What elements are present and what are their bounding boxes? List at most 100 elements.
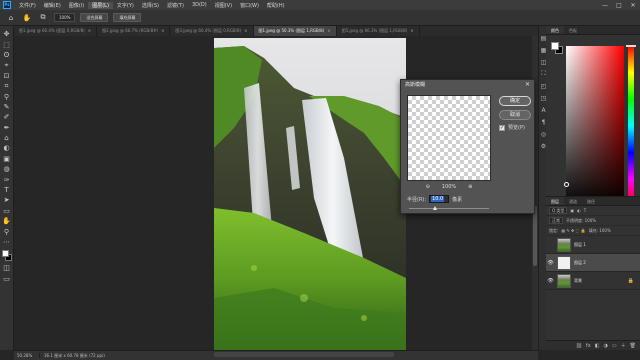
fill-screen-button[interactable]: 填充屏幕	[113, 13, 142, 22]
menu-type[interactable]: 文字(Y)	[113, 2, 138, 9]
blend-mode-dropdown[interactable]: 正常	[549, 217, 563, 224]
clone-stamp-tool-icon[interactable]: ✒	[2, 123, 12, 133]
link-layers-icon[interactable]: ⛓	[576, 343, 582, 349]
layer-name[interactable]: 图层 1	[574, 242, 586, 248]
doc-tab-active[interactable]: 图1.jpeg @ 50.3% (图层 1,RGB/8) ×	[253, 26, 337, 36]
zoom-out-icon[interactable]: ⊖	[426, 184, 430, 190]
pen-tool-icon[interactable]: ✑	[2, 174, 12, 184]
layer-mask-icon[interactable]: ◧	[595, 343, 600, 349]
zoom-value-field[interactable]: 100%	[54, 13, 76, 22]
doc-tab[interactable]: 图5.jpeg @ 66.3% (图层 1,RGB/8) ×	[337, 26, 420, 36]
eyedropper-tool-icon[interactable]: ⚲	[2, 91, 12, 101]
menu-image[interactable]: 图像(I)	[65, 2, 88, 9]
radius-slider-knob[interactable]	[432, 206, 437, 210]
close-tab-icon[interactable]: ×	[410, 26, 413, 36]
new-group-icon[interactable]: ▭	[612, 343, 617, 349]
layer-style-icon[interactable]: fx	[586, 343, 591, 349]
menu-view[interactable]: 视图(V)	[211, 2, 236, 9]
color-panel-swatches[interactable]	[551, 42, 563, 54]
zoom-in-icon[interactable]: ⊕	[468, 184, 472, 190]
doc-tab[interactable]: 图2.jpeg @ 66.7% (RGB/8#) ×	[97, 26, 171, 36]
menu-window[interactable]: 窗口(W)	[236, 2, 263, 9]
close-tab-icon[interactable]: ×	[88, 26, 91, 36]
doc-tab[interactable]: 图3.jpeg @ 66.4% (图层 0,RGB/8) ×	[170, 26, 254, 36]
fill-control[interactable]: 填充: 100%	[589, 228, 611, 234]
horizontal-scrollbar[interactable]	[214, 352, 394, 357]
type-tool-icon[interactable]: T	[2, 185, 12, 195]
close-tab-icon[interactable]: ×	[244, 26, 247, 36]
menu-select[interactable]: 选择(S)	[138, 2, 163, 9]
doc-tab[interactable]: 图1.jpeg @ 66.4% (图层 0,RGB/8) ×	[14, 26, 98, 36]
cancel-button[interactable]: 取消	[499, 110, 531, 120]
fit-screen-button[interactable]: 适合屏幕	[80, 13, 109, 22]
scroll-all-windows-icon[interactable]: ⧉	[38, 13, 48, 23]
preview-checkbox[interactable]: ✓	[499, 124, 505, 131]
hue-slider[interactable]	[628, 46, 634, 206]
dialog-title-bar[interactable]: 高斯模糊 ✕	[401, 80, 534, 90]
status-doc-info[interactable]: 36.1 厘米 x 60.78 厘米 (72 ppi)	[40, 353, 105, 359]
close-icon[interactable]: ✕	[525, 80, 530, 90]
color-picker-field[interactable]	[566, 46, 624, 206]
blur-preview-area[interactable]	[407, 95, 491, 181]
tab-channels[interactable]: 通道	[564, 197, 582, 205]
layer-filter-dropdown[interactable]: Q 类型	[549, 207, 568, 214]
color-picker-marker[interactable]	[564, 182, 569, 187]
menu-help[interactable]: 帮助(H)	[263, 2, 289, 9]
crop-tool-icon[interactable]: ⊡	[2, 71, 12, 81]
layer-name[interactable]: 图层 2	[574, 260, 586, 266]
close-tab-icon[interactable]: ×	[327, 26, 330, 36]
hand-tool-icon[interactable]: ✋	[2, 216, 12, 226]
menu-edit[interactable]: 编辑(E)	[40, 2, 65, 9]
preview-checkbox-row[interactable]: ✓ 预览(P)	[499, 124, 525, 131]
path-select-tool-icon[interactable]: ➤	[2, 195, 12, 205]
eye-icon[interactable]: 👁	[546, 278, 555, 284]
frame-tool-icon[interactable]: ⌗	[2, 81, 12, 91]
foreground-color-swatch[interactable]	[551, 42, 559, 50]
gradient-tool-icon[interactable]: ▣	[2, 154, 12, 164]
menu-file[interactable]: 文件(F)	[15, 2, 40, 9]
rectangle-tool-icon[interactable]: ▭	[2, 206, 12, 216]
foreground-color-swatch[interactable]	[1, 250, 9, 258]
layer-row[interactable]: 👁 背景 🔒	[546, 272, 640, 290]
hue-slider-knob[interactable]	[626, 45, 636, 47]
adjustment-layer-icon[interactable]: ◑	[604, 343, 608, 349]
radius-input[interactable]: 10.0	[429, 195, 450, 203]
filter-pixel-icon[interactable]: ▣	[570, 208, 574, 213]
close-tab-icon[interactable]: ×	[161, 26, 164, 36]
tab-color[interactable]: 颜色	[546, 26, 564, 34]
layer-row-selected[interactable]: 👁 图层 2	[546, 254, 640, 272]
ok-button[interactable]: 确定	[499, 96, 531, 106]
tab-paths[interactable]: 路径	[582, 197, 600, 205]
new-layer-icon[interactable]: ＋	[621, 342, 626, 349]
radius-slider[interactable]	[409, 206, 489, 210]
opacity-control[interactable]: 不透明度: 100%	[566, 218, 596, 224]
move-tool-icon[interactable]: ✥	[2, 29, 12, 39]
menu-3d[interactable]: 3D(D)	[188, 2, 211, 8]
quick-mask-icon[interactable]: ◫	[2, 263, 12, 273]
tab-swatches[interactable]: 色板	[564, 26, 582, 34]
filter-type-icon[interactable]: T	[584, 208, 586, 213]
waterfall-photo[interactable]	[214, 38, 406, 352]
menu-filter[interactable]: 滤镜(T)	[163, 2, 188, 9]
lock-icons[interactable]: ▦ ✎ ✥ ⬚ 🔒	[561, 228, 585, 233]
minimize-button[interactable]: —	[598, 0, 612, 10]
maximize-button[interactable]: □	[612, 0, 626, 10]
zoom-tool-icon[interactable]: ⚲	[2, 226, 12, 236]
hand-tool-icon[interactable]: ✋	[22, 13, 32, 23]
status-zoom[interactable]: 50.28%	[14, 353, 40, 358]
tab-layers[interactable]: 图层	[546, 197, 564, 205]
eye-icon[interactable]: 👁	[546, 260, 555, 266]
history-brush-tool-icon[interactable]: ⌂	[2, 133, 12, 143]
quick-select-tool-icon[interactable]: ⌖	[2, 60, 12, 70]
layer-name[interactable]: 背景	[574, 278, 582, 284]
healing-brush-tool-icon[interactable]: ✎	[2, 102, 12, 112]
brush-tool-icon[interactable]: ✐	[2, 112, 12, 122]
marquee-tool-icon[interactable]: ⬚	[2, 39, 12, 49]
more-tools-icon[interactable]: ⋯	[2, 237, 12, 247]
filter-adjust-icon[interactable]: ◐	[577, 208, 581, 213]
menu-layer[interactable]: 图层(L)	[88, 1, 113, 9]
screen-mode-icon[interactable]: ▭	[2, 274, 12, 284]
color-swatches[interactable]	[1, 249, 13, 263]
layer-row[interactable]: 图层 1	[546, 236, 640, 254]
home-icon[interactable]: ⌂	[6, 13, 16, 23]
